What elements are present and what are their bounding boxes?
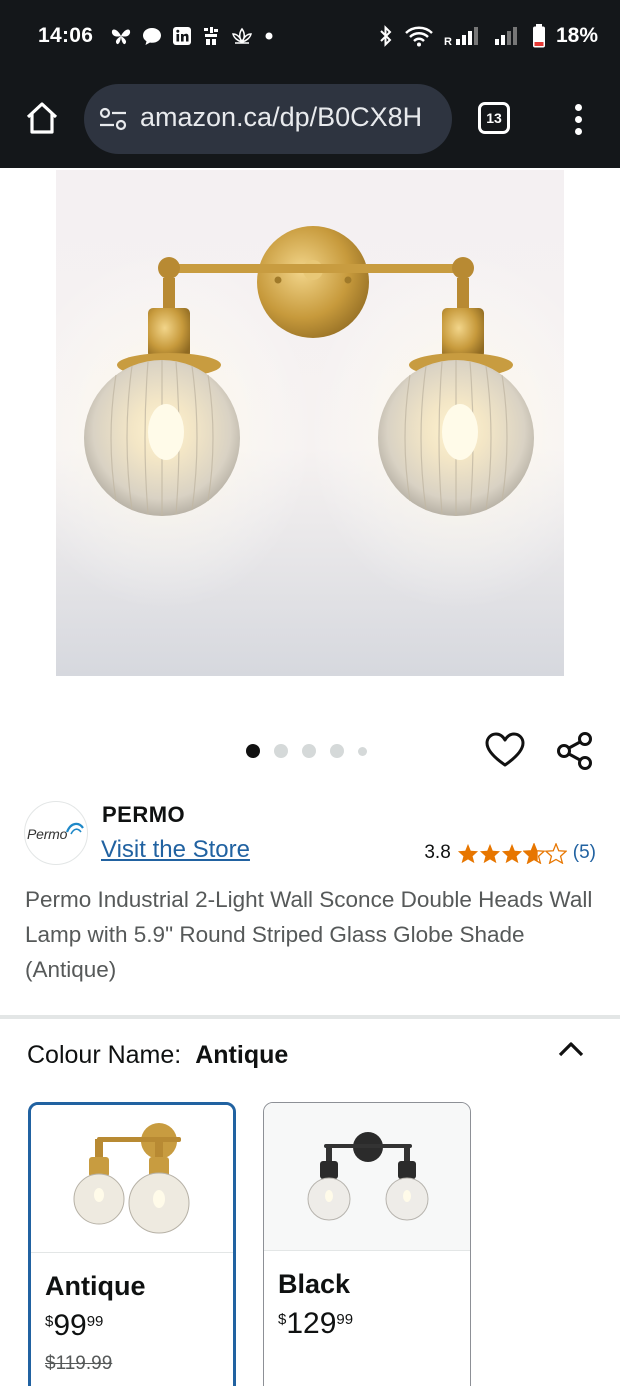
swatch-image xyxy=(264,1103,470,1251)
svg-text:R: R xyxy=(444,36,452,47)
notification-icons xyxy=(110,26,274,46)
swatch-name: Black xyxy=(278,1269,351,1299)
star-full-icon xyxy=(522,842,545,864)
swatch-price: $ 129 99 xyxy=(278,1307,353,1341)
price-fraction: 99 xyxy=(336,1311,354,1328)
battery-icon xyxy=(532,24,545,48)
carousel-dot-active[interactable] xyxy=(246,744,260,758)
star-full-icon xyxy=(479,843,500,863)
lotus-icon xyxy=(232,27,252,44)
swatch-price: $ 99 99 xyxy=(45,1309,103,1343)
product-title: Permo Industrial 2-Light Wall Sconce Dou… xyxy=(25,887,593,982)
price-whole: 99 xyxy=(53,1309,87,1342)
add-to-list-button[interactable] xyxy=(484,730,526,772)
menu-dot xyxy=(574,104,582,111)
star-full-icon xyxy=(457,843,478,863)
browser-menu-button[interactable] xyxy=(568,100,588,140)
variation-label-text: Colour Name: xyxy=(27,1041,182,1069)
tab-switcher-button[interactable]: 13 xyxy=(478,102,510,134)
share-button[interactable] xyxy=(554,730,596,772)
swatch-image xyxy=(31,1105,233,1253)
product-image[interactable] xyxy=(56,170,564,676)
status-time: 14:06 xyxy=(38,24,94,47)
brand-logo-text: Permo xyxy=(27,826,68,842)
star-full-icon xyxy=(501,843,522,863)
dot-icon xyxy=(265,32,273,40)
section-divider xyxy=(0,1015,620,1019)
status-bar: 14:06 R 18% xyxy=(0,0,620,76)
url-text: amazon.ca/dp/B0CX8H xyxy=(140,102,423,132)
linkedin-icon xyxy=(173,27,191,45)
rating-stars xyxy=(457,842,567,864)
price-whole: 129 xyxy=(286,1307,337,1340)
menu-dot xyxy=(574,128,582,135)
carousel-dot[interactable] xyxy=(302,744,316,758)
wifi-icon xyxy=(405,26,433,47)
battery-percent: 18% xyxy=(555,24,598,47)
wall-sconce-image xyxy=(56,170,564,676)
carousel-dot[interactable] xyxy=(274,744,288,758)
signal-r-icon: R xyxy=(444,27,478,47)
rating-count[interactable]: (5) xyxy=(573,842,596,864)
list-price: $119.99 xyxy=(45,1353,113,1374)
collapse-variation-button[interactable] xyxy=(556,1038,586,1060)
chat-bubble-icon xyxy=(143,28,161,45)
home-button[interactable] xyxy=(22,98,62,138)
star-empty-icon xyxy=(544,842,567,864)
price-symbol: $ xyxy=(278,1311,287,1328)
variation-label: Colour Name: Antique xyxy=(27,1041,288,1070)
brand-logo[interactable]: Permo xyxy=(24,801,88,865)
rating-value: 3.8 xyxy=(424,842,451,863)
wave-logo-icon xyxy=(65,822,84,835)
swatch-antique[interactable]: Antique $ 99 99 $119.99 xyxy=(28,1102,236,1386)
browser-toolbar: amazon.ca/dp/B0CX8H 13 xyxy=(0,76,620,168)
variation-selected-value: Antique xyxy=(195,1041,289,1069)
black-sconce-thumbnail xyxy=(307,1132,429,1221)
visit-store-link[interactable]: Visit the Store xyxy=(101,836,250,864)
menu-dot xyxy=(574,116,582,123)
bluetooth-icon xyxy=(380,25,392,47)
carousel-dot[interactable] xyxy=(330,744,344,758)
brand-name: PERMO xyxy=(102,802,186,827)
antique-sconce-thumbnail xyxy=(73,1123,190,1234)
system-icons: R 18% xyxy=(378,24,598,48)
heart-icon xyxy=(485,732,525,767)
home-icon xyxy=(26,102,58,134)
butterfly-icon xyxy=(111,29,131,45)
signal-icon xyxy=(494,27,517,45)
swatch-name: Antique xyxy=(45,1271,146,1301)
price-fraction: 99 xyxy=(86,1313,104,1330)
share-icon xyxy=(557,732,592,770)
price-symbol: $ xyxy=(45,1313,54,1330)
image-carousel-indicator[interactable] xyxy=(246,744,367,758)
site-settings-icon[interactable] xyxy=(98,104,128,134)
rating-summary[interactable]: 3.8 (5) xyxy=(424,842,596,864)
address-bar[interactable]: amazon.ca/dp/B0CX8H xyxy=(84,84,452,154)
app-icon xyxy=(204,27,218,45)
swatch-black[interactable]: Black $ 129 99 xyxy=(263,1102,471,1386)
chevron-up-icon xyxy=(558,1042,584,1057)
carousel-dot[interactable] xyxy=(358,746,367,756)
